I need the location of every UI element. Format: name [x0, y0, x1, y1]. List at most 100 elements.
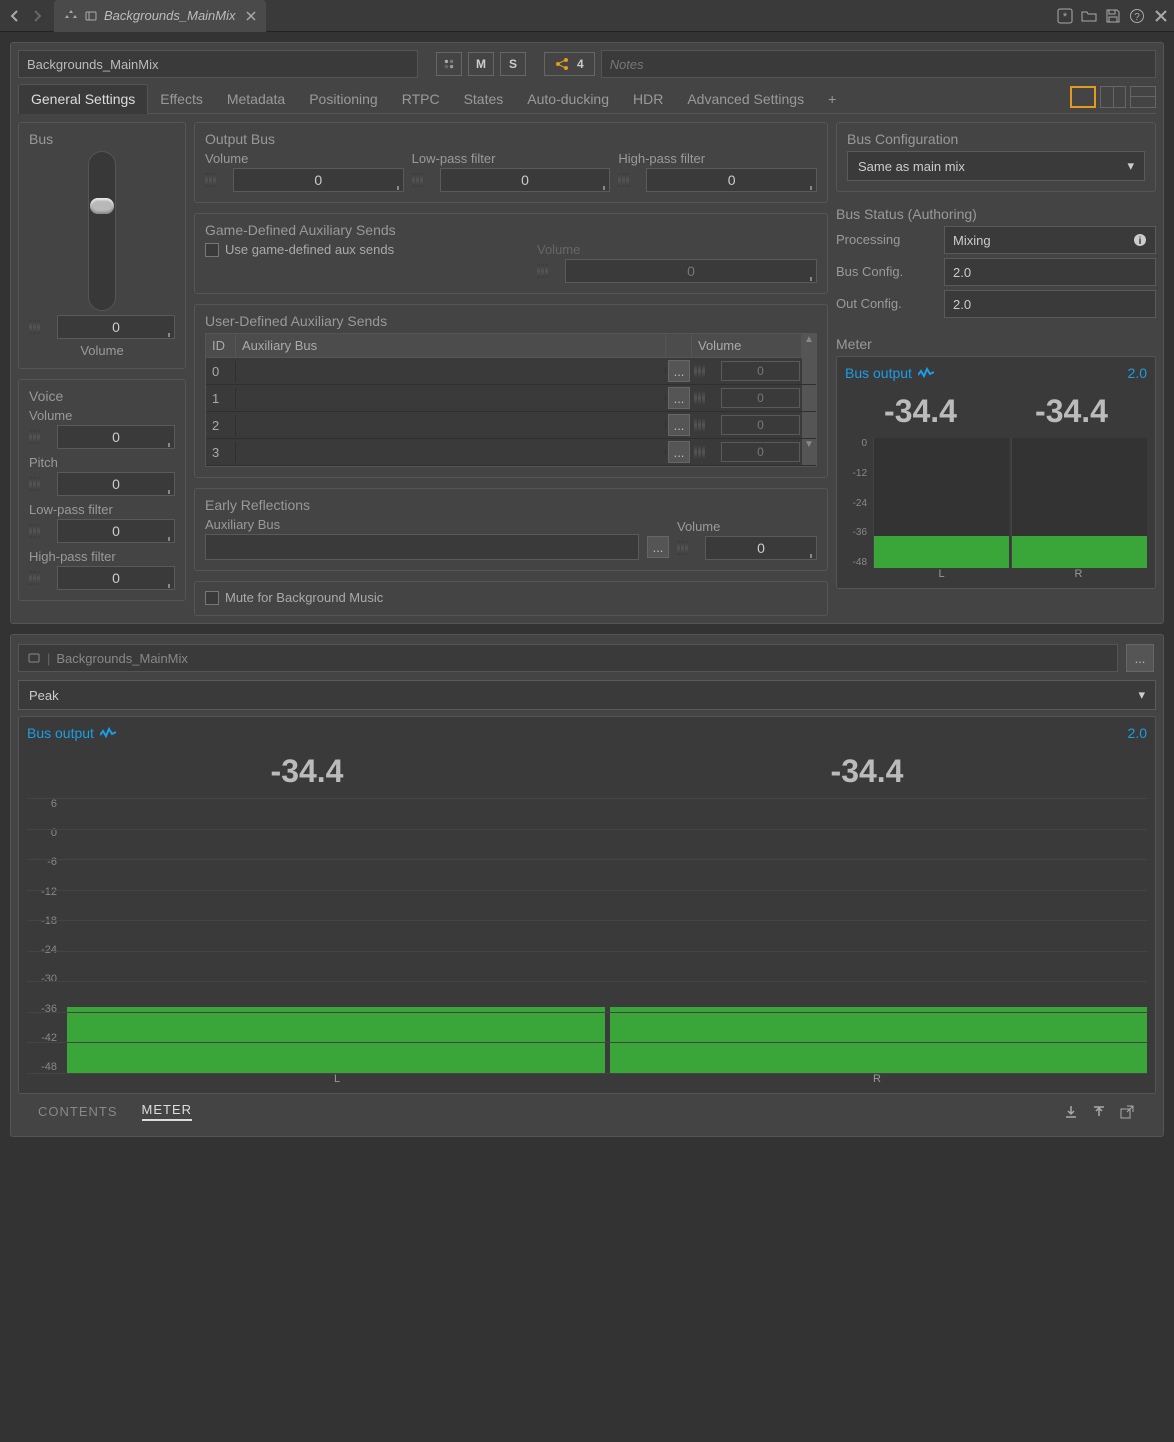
routing-button[interactable]: 4	[544, 52, 595, 76]
footer-tab-meter[interactable]: METER	[142, 1102, 193, 1121]
voice-hpf-value[interactable]: 0	[57, 566, 175, 590]
nav-forward-icon[interactable]	[26, 5, 48, 27]
meter-bar-l	[873, 438, 1009, 568]
th-volume[interactable]: Volume	[692, 334, 802, 357]
user-aux-group: User-Defined Auxiliary Sends ID Auxiliar…	[194, 304, 828, 478]
table-row[interactable]: 2...0	[206, 412, 816, 439]
aux-browse-button[interactable]: ...	[668, 414, 690, 436]
tab-close-icon[interactable]	[246, 11, 256, 21]
aux-browse-button[interactable]: ...	[668, 360, 690, 382]
mute-button[interactable]: M	[468, 52, 494, 76]
slider-grip-icon[interactable]	[618, 170, 642, 190]
scroll-down-icon[interactable]: ▼	[802, 439, 816, 465]
tab-add[interactable]: +	[816, 85, 848, 113]
th-bus[interactable]: Auxiliary Bus	[236, 334, 666, 357]
bus-status-title: Bus Status (Authoring)	[836, 206, 1156, 222]
scroll-track	[802, 385, 816, 411]
er-browse-button[interactable]: ...	[647, 536, 669, 558]
slider-grip-icon[interactable]	[205, 170, 229, 190]
bus-config-dropdown[interactable]: Same as main mix ▾	[847, 151, 1145, 181]
scroll-track	[802, 412, 816, 438]
voice-volume-value[interactable]: 0	[57, 425, 175, 449]
tab-hdr[interactable]: HDR	[621, 85, 675, 113]
aux-browse-button[interactable]: ...	[668, 387, 690, 409]
recycle-icon	[64, 9, 78, 23]
tab-states[interactable]: States	[452, 85, 516, 113]
slider-grip-icon[interactable]	[29, 317, 53, 337]
voice-lpf-value[interactable]: 0	[57, 519, 175, 543]
voice-volume-label: Volume	[29, 408, 175, 423]
er-bus-field[interactable]	[205, 534, 639, 560]
td-bus[interactable]	[236, 368, 666, 374]
ob-hpf-value[interactable]: 0	[646, 168, 817, 192]
use-game-aux-checkbox[interactable]: Use game-defined aux sends	[205, 242, 527, 257]
tab-effects[interactable]: Effects	[148, 85, 215, 113]
ob-lpf-value[interactable]: 0	[440, 168, 611, 192]
color-button[interactable]	[436, 52, 462, 76]
share-icon	[555, 57, 569, 71]
table-row[interactable]: 1...0	[206, 385, 816, 412]
tab-rtpc[interactable]: RTPC	[390, 85, 452, 113]
ob-lpf-label: Low-pass filter	[412, 151, 611, 166]
document-tab[interactable]: Backgrounds_MainMix	[54, 0, 266, 32]
popout-icon[interactable]	[1118, 1103, 1136, 1121]
big-meter-head-label: Bus output	[27, 725, 94, 741]
view-stack-button[interactable]	[1130, 86, 1156, 108]
td-id: 2	[206, 415, 236, 436]
output-bus-title: Output Bus	[205, 131, 817, 147]
footer-tab-contents[interactable]: CONTENTS	[38, 1104, 118, 1119]
slider-grip-icon[interactable]	[412, 170, 436, 190]
help-icon[interactable]: ?	[1128, 7, 1146, 25]
game-aux-volume-label: Volume	[537, 242, 817, 257]
slider-grip-icon[interactable]	[29, 568, 53, 588]
bus-volume-value[interactable]: 0	[57, 315, 175, 339]
slider-grip-icon[interactable]	[29, 521, 53, 541]
tab-general-settings[interactable]: General Settings	[18, 84, 148, 114]
slider-grip-icon[interactable]	[29, 474, 53, 494]
voice-pitch-value[interactable]: 0	[57, 472, 175, 496]
td-bus[interactable]	[236, 422, 666, 428]
save-icon[interactable]	[1104, 7, 1122, 25]
aux-browse-button[interactable]: ...	[668, 441, 690, 463]
bus-volume-slider[interactable]	[88, 151, 116, 311]
table-row[interactable]: 3...0▼	[206, 439, 816, 466]
tab-metadata[interactable]: Metadata	[215, 85, 297, 113]
waveform-icon	[100, 727, 116, 739]
download-icon[interactable]	[1062, 1103, 1080, 1121]
star-icon[interactable]: *	[1056, 7, 1074, 25]
meter-mode-dropdown[interactable]: Peak ▾	[18, 680, 1156, 710]
lower-browse-button[interactable]: ...	[1126, 644, 1154, 672]
er-volume-value[interactable]: 0	[705, 536, 817, 560]
user-aux-title: User-Defined Auxiliary Sends	[205, 313, 817, 329]
early-refl-title: Early Reflections	[205, 497, 817, 513]
view-single-button[interactable]	[1070, 86, 1096, 108]
waveform-icon	[918, 367, 934, 379]
meter-axis: 0-12-24-36-48	[845, 438, 871, 568]
tab-advanced[interactable]: Advanced Settings	[675, 85, 816, 113]
table-row[interactable]: 0...0	[206, 358, 816, 385]
solo-button[interactable]: S	[500, 52, 526, 76]
td-bus[interactable]	[236, 395, 666, 401]
notes-field[interactable]: Notes	[601, 50, 1156, 78]
slider-grip-icon[interactable]	[29, 427, 53, 447]
slider-grip-icon[interactable]	[677, 538, 701, 558]
voice-lpf-label: Low-pass filter	[29, 502, 175, 517]
lower-name-field[interactable]: | Backgrounds_MainMix	[18, 644, 1118, 672]
voice-hpf-label: High-pass filter	[29, 549, 175, 564]
upload-icon[interactable]	[1090, 1103, 1108, 1121]
th-id[interactable]: ID	[206, 334, 236, 357]
folder-open-icon[interactable]	[1080, 7, 1098, 25]
aux-volume-value: 0	[721, 442, 800, 462]
info-icon[interactable]: i	[1133, 233, 1147, 247]
big-meter-lab-l: L	[67, 1073, 607, 1085]
tab-positioning[interactable]: Positioning	[297, 85, 390, 113]
scroll-up-icon[interactable]: ▲	[802, 334, 816, 357]
close-icon[interactable]	[1152, 7, 1170, 25]
object-name-field[interactable]: Backgrounds_MainMix	[18, 50, 418, 78]
nav-back-icon[interactable]	[4, 5, 26, 27]
ob-volume-value[interactable]: 0	[233, 168, 404, 192]
tab-autoducking[interactable]: Auto-ducking	[515, 85, 621, 113]
td-bus[interactable]	[236, 449, 666, 455]
view-split-button[interactable]	[1100, 86, 1126, 108]
mute-bg-checkbox[interactable]: Mute for Background Music	[205, 590, 817, 605]
